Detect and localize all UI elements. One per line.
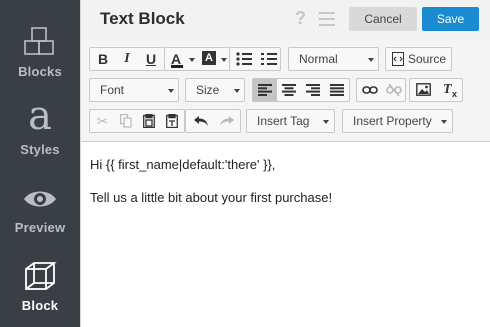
basic-styles-group: B I U (89, 47, 165, 71)
styles-icon: a (28, 93, 52, 139)
editor-toolbar: B I U A A Normal Source Font Size T x ✂ … (81, 39, 490, 142)
unlink-icon[interactable] (382, 79, 405, 101)
format-select-value: Normal (299, 52, 338, 66)
lists-group (229, 47, 281, 71)
clipboard-group: ✂ (89, 109, 185, 133)
underline-icon[interactable]: U (140, 48, 162, 70)
align-justify-icon[interactable] (325, 79, 349, 101)
insert-property-label: Insert Property (353, 114, 432, 128)
size-select-value: Size (196, 83, 220, 97)
chevron-down-icon (168, 89, 174, 93)
cancel-button[interactable]: Cancel (349, 7, 417, 31)
align-group (252, 78, 350, 102)
background-color-icon[interactable]: A (199, 48, 229, 70)
sidebar-item-preview[interactable]: Preview (0, 160, 80, 240)
copy-icon[interactable] (114, 110, 137, 132)
sidebar-item-label: Blocks (18, 64, 62, 79)
editor-line[interactable]: Tell us a little bit about your first pu… (90, 190, 332, 205)
cube-icon (25, 262, 57, 290)
sidebar-item-styles[interactable]: a Styles (0, 80, 80, 160)
align-right-icon[interactable] (301, 79, 325, 101)
help-icon[interactable]: ? (295, 8, 306, 29)
chevron-down-icon (234, 89, 240, 93)
menu-icon[interactable] (319, 12, 335, 26)
source-button[interactable]: Source (385, 47, 452, 71)
paste-icon[interactable] (137, 110, 160, 132)
link-group (356, 78, 406, 102)
blocks-icon (24, 27, 54, 55)
media-group: T x (409, 78, 463, 102)
remove-format-icon[interactable]: T x (437, 79, 462, 101)
header: Text Block ? Cancel Save (81, 0, 490, 39)
italic-icon[interactable]: I (116, 48, 138, 70)
insert-property-dropdown[interactable]: Insert Property (342, 109, 453, 133)
colors-group: A A (164, 47, 230, 71)
bold-icon[interactable]: B (92, 48, 114, 70)
bulleted-list-icon[interactable] (232, 48, 255, 70)
source-icon (392, 52, 404, 66)
insert-tag-dropdown[interactable]: Insert Tag (246, 109, 335, 133)
chevron-down-icon (441, 120, 447, 124)
sidebar: Blocks a Styles Preview Block (0, 0, 80, 327)
align-center-icon[interactable] (277, 79, 301, 101)
size-select[interactable]: Size (185, 78, 245, 102)
sidebar-item-label: Styles (20, 142, 60, 157)
sidebar-item-block[interactable]: Block (0, 240, 80, 327)
paste-text-icon[interactable] (160, 110, 183, 132)
chevron-down-icon (323, 120, 329, 124)
eye-icon (24, 191, 56, 207)
undo-icon[interactable] (188, 110, 213, 132)
editor-line[interactable]: Hi {{ first_name|default:'there' }}, (90, 157, 275, 172)
sidebar-item-label: Block (21, 298, 59, 313)
source-label: Source (408, 52, 447, 66)
link-icon[interactable] (358, 79, 381, 101)
font-select[interactable]: Font (89, 78, 179, 102)
cut-icon[interactable]: ✂ (91, 110, 114, 132)
history-group (185, 109, 241, 133)
align-left-icon[interactable] (253, 79, 277, 101)
numbered-list-icon[interactable] (257, 48, 280, 70)
insert-tag-label: Insert Tag (257, 114, 310, 128)
format-select[interactable]: Normal (288, 47, 379, 71)
redo-icon[interactable] (215, 110, 240, 132)
image-icon[interactable] (411, 79, 436, 101)
save-button[interactable]: Save (422, 7, 479, 31)
editor-content[interactable]: Hi {{ first_name|default:'there' }}, Tel… (81, 142, 490, 327)
page-title: Text Block (100, 9, 185, 28)
sidebar-item-label: Preview (14, 220, 66, 235)
chevron-down-icon (368, 58, 374, 62)
text-color-icon[interactable]: A (167, 48, 197, 70)
sidebar-item-blocks[interactable]: Blocks (0, 0, 80, 80)
font-select-value: Font (100, 83, 125, 97)
